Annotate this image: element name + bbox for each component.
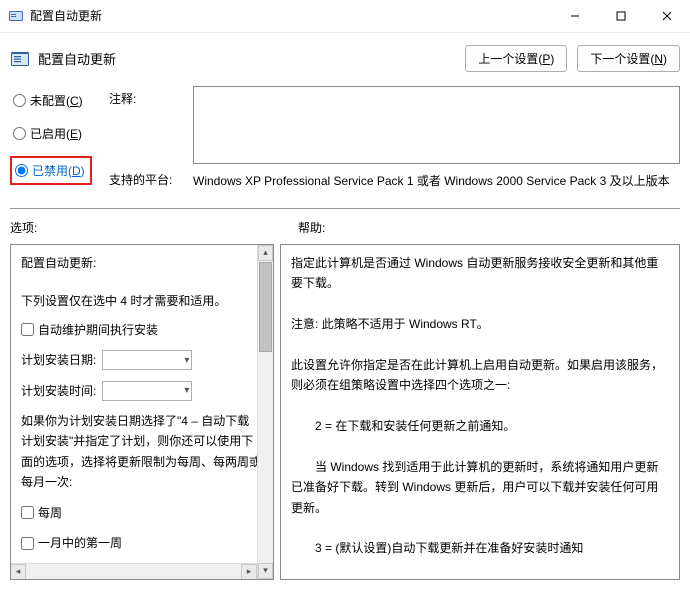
scroll-left-icon[interactable]: ◂	[10, 564, 26, 580]
radio-not-configured-input[interactable]	[13, 94, 26, 107]
help-p4: 当 Windows 找到适用于此计算机的更新时，系统将通知用户更新已准备好下载。…	[291, 457, 667, 518]
help-p1: 指定此计算机是否通过 Windows 自动更新服务接收安全更新和其他重要下载。	[291, 253, 667, 294]
help-label: 帮助:	[298, 219, 325, 236]
scroll-right-icon[interactable]: ▸	[241, 564, 257, 580]
install-day-combo[interactable]: ▾	[102, 350, 192, 370]
config-area: 未配置(C) 已启用(E) 已禁用(D) 注释: 支持的平台: Windows …	[0, 86, 690, 206]
horizontal-scrollbar[interactable]: ◂ ▸	[10, 563, 257, 579]
help-p3: 此设置允许你指定是否在此计算机上启用自动更新。如果启用该服务，则必须在组策略设置…	[291, 355, 667, 396]
field-labels: 注释: 支持的平台:	[109, 86, 189, 188]
help-opt3: 3 = (默认设置)自动下载更新并在准备好安装时通知	[291, 538, 667, 558]
window-controls	[552, 0, 690, 31]
scroll-down-icon[interactable]: ▾	[258, 563, 273, 579]
scroll-up-icon[interactable]: ▴	[258, 245, 273, 261]
radio-not-configured[interactable]: 未配置(C)	[10, 90, 105, 111]
state-radios: 未配置(C) 已启用(E) 已禁用(D)	[10, 86, 105, 185]
options-hint: 下列设置仅在选中 4 时才需要和适用。	[21, 291, 261, 311]
radio-disabled-input[interactable]	[15, 164, 28, 177]
supported-text: Windows XP Professional Service Pack 1 或…	[193, 172, 680, 206]
help-content[interactable]: 指定此计算机是否通过 Windows 自动更新服务接收安全更新和其他重要下载。 …	[291, 253, 669, 571]
divider	[10, 208, 680, 209]
chk-first-week[interactable]: 一月中的第一周	[21, 533, 261, 553]
close-button[interactable]	[644, 0, 690, 32]
scroll-thumb[interactable]	[259, 262, 272, 352]
install-time-combo[interactable]: ▾	[102, 381, 192, 401]
radio-enabled-input[interactable]	[13, 127, 26, 140]
minimize-button[interactable]	[552, 0, 598, 32]
policy-icon	[10, 49, 30, 69]
help-opt2: 2 = 在下载和安装任何更新之前通知。	[291, 416, 667, 436]
maximize-button[interactable]	[598, 0, 644, 32]
next-setting-button[interactable]: 下一个设置(N)	[577, 45, 680, 72]
options-paragraph: 如果你为计划安装日期选择了"4 – 自动下载计划安装"并指定了计划，则你还可以使…	[21, 411, 261, 493]
vertical-scrollbar[interactable]: ▴ ▾ ◂ ▸	[257, 245, 273, 579]
window-title: 配置自动更新	[30, 7, 102, 24]
header: 配置自动更新 上一个设置(P) 下一个设置(N)	[0, 33, 690, 86]
comment-input[interactable]	[193, 86, 680, 164]
chk-weekly-input[interactable]	[21, 506, 34, 519]
chk-maintenance[interactable]: 自动维护期间执行安装	[21, 320, 261, 340]
options-title: 配置自动更新:	[21, 253, 261, 273]
label-install-time: 计划安装时间:	[21, 381, 96, 401]
options-panel: 配置自动更新: 下列设置仅在选中 4 时才需要和适用。 自动维护期间执行安装 计…	[10, 244, 274, 580]
previous-setting-button[interactable]: 上一个设置(P)	[465, 45, 567, 72]
page-title: 配置自动更新	[38, 49, 116, 68]
chevron-down-icon: ▾	[184, 382, 189, 399]
options-label: 选项:	[10, 219, 298, 236]
radio-enabled[interactable]: 已启用(E)	[10, 123, 105, 144]
chk-weekly[interactable]: 每周	[21, 503, 261, 523]
help-p2: 注意: 此策略不适用于 Windows RT。	[291, 314, 667, 334]
chk-first-week-input[interactable]	[21, 537, 34, 550]
help-panel: 指定此计算机是否通过 Windows 自动更新服务接收安全更新和其他重要下载。 …	[280, 244, 680, 580]
app-icon	[8, 8, 24, 24]
radio-disabled[interactable]: 已禁用(D)	[10, 156, 92, 185]
label-install-day: 计划安装日期:	[21, 350, 96, 370]
chevron-down-icon: ▾	[184, 352, 189, 369]
comment-label: 注释:	[109, 86, 189, 107]
titlebar: 配置自动更新	[0, 0, 690, 32]
chk-maintenance-input[interactable]	[21, 323, 34, 336]
supported-label: 支持的平台:	[109, 107, 189, 188]
